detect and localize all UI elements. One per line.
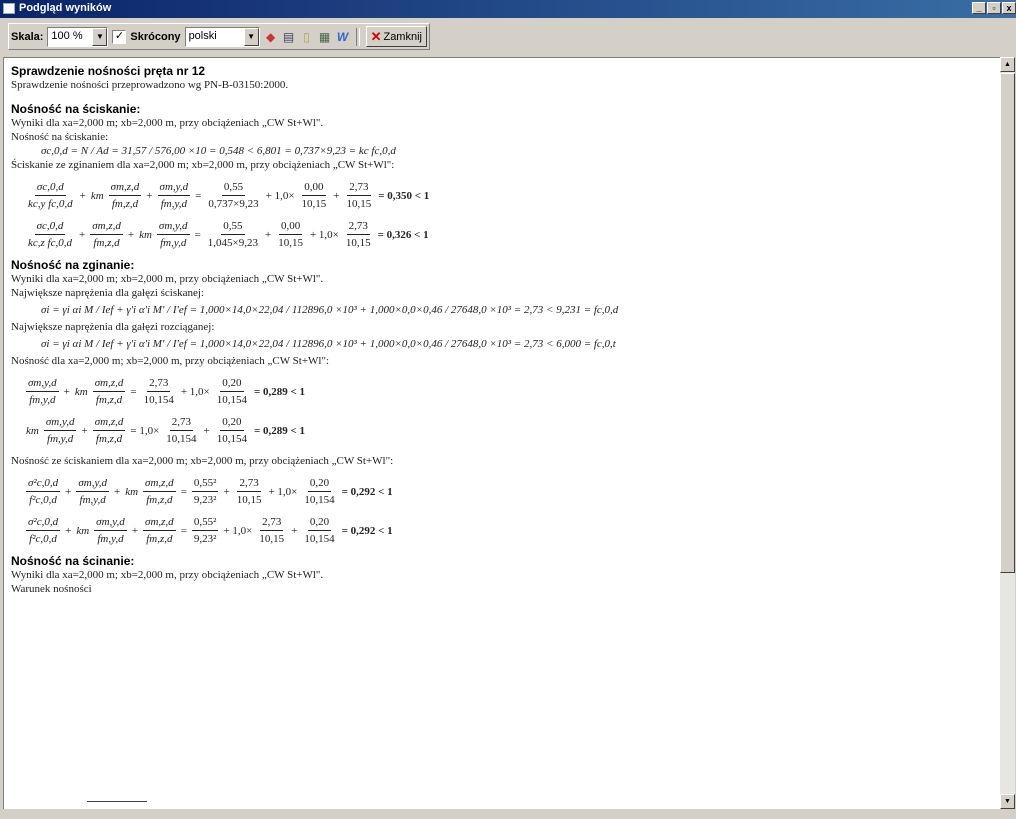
- formula-4: km σm,y,d fm,y,d + σm,z,d fm,z,d = 1,0× 2,7…: [26, 416, 306, 445]
- scroll-down-icon[interactable]: ▼: [1000, 794, 1015, 809]
- shear-condition: Warunek nośności: [11, 583, 92, 595]
- eraser-icon[interactable]: ◆: [264, 30, 278, 44]
- bending-heading: Nośność na zginanie:: [11, 258, 135, 272]
- combined-line: Ściskanie ze zginaniem dla xa=2,000 m; x…: [11, 159, 395, 171]
- scale-value: 100 %: [51, 29, 83, 42]
- language-value: polski: [188, 29, 217, 42]
- chevron-down-icon[interactable]: ▼: [243, 27, 259, 46]
- compressed-branch-equation: σi = γi αi M / Ief + γ'i α'i M' / I'ef =…: [41, 304, 619, 316]
- toolbar: Skala: 100 % ▼ ✓ Skrócony polski ▼ ◆ ▤ ▯ ▦…: [0, 18, 1016, 56]
- toolbar-row: Skala: 100 % ▼ ✓ Skrócony polski ▼ ◆ ▤ ▯ ▦…: [8, 23, 430, 50]
- document-icon[interactable]: ▯: [300, 30, 314, 44]
- formula-1-result: = 0,350 < 1: [378, 189, 430, 202]
- formula-5: σ²c,0,d f²c,0,d + σm,y,d fm,y,d + km σm,z,d f…: [26, 477, 393, 506]
- formula-6-result: = 0,292 < 1: [341, 524, 393, 537]
- formula-4-result: = 0,289 < 1: [254, 424, 306, 437]
- chevron-down-icon[interactable]: ▼: [92, 27, 108, 46]
- shortened-label: Skrócony: [130, 30, 181, 43]
- formula-3: σm,y,d fm,y,d + km σm,z,d fm,z,d = 2,73 10,15…: [26, 377, 306, 406]
- word-icon[interactable]: W: [336, 30, 350, 44]
- compressed-branch-line: Największe naprężenia dla gałęzi ściskan…: [11, 287, 205, 299]
- shear-results: Wyniki dla xa=2,000 m; xb=2,000 m, przy …: [11, 569, 324, 581]
- toolbar-separator: [355, 27, 360, 46]
- close-button[interactable]: ✕ Zamknij: [365, 26, 427, 47]
- bending-capacity-line: Nośność dla xa=2,000 m; xb=2,000 m, przy…: [11, 355, 330, 367]
- close-label: Zamknij: [383, 30, 422, 43]
- title-bar: Podgląd wyników _ ▫ x: [0, 0, 1016, 18]
- shortened-checkbox[interactable]: ✓: [112, 29, 127, 44]
- scroll-thumb[interactable]: [1000, 73, 1015, 573]
- printer-icon[interactable]: ▤: [282, 30, 296, 44]
- report-title: Sprawdzenie nośności pręta nr 12: [11, 64, 206, 78]
- window-controls: _ ▫ x: [971, 2, 1016, 14]
- standard-note: Sprawdzenie nośności przeprowadzono wg P…: [11, 79, 289, 91]
- export-icon[interactable]: ▦: [318, 30, 332, 44]
- compression-results: Wyniki dla xa=2,000 m; xb=2,000 m, przy …: [11, 117, 324, 129]
- scale-label: Skala:: [11, 30, 44, 43]
- formula-5-result: = 0,292 < 1: [341, 485, 393, 498]
- scroll-up-icon[interactable]: ▲: [1000, 57, 1015, 72]
- formula-3-result: = 0,289 < 1: [254, 385, 306, 398]
- bending-results: Wyniki dla xa=2,000 m; xb=2,000 m, przy …: [11, 273, 324, 285]
- minimize-button[interactable]: _: [972, 2, 986, 14]
- close-window-button[interactable]: x: [1002, 2, 1016, 14]
- maximize-button[interactable]: ▫: [987, 2, 1001, 14]
- formula-2: σc,0,d kc,z fc,0,d + σm,z,d fm,z,d + km σm,y…: [28, 220, 429, 249]
- combined2-line: Nośność ze ściskaniem dla xa=2,000 m; xb…: [11, 455, 394, 467]
- window-title: Podgląd wyników: [19, 2, 112, 14]
- partial-formula: [87, 801, 147, 808]
- status-bar: [0, 809, 1016, 819]
- compression-line: Nośność na ściskanie:: [11, 131, 109, 143]
- tensioned-branch-equation: σi = γi αi M / Ief + γ'i α'i M' / I'ef =…: [41, 338, 616, 350]
- tensioned-branch-line: Największe naprężenia dla gałęzi rozciąg…: [11, 321, 215, 333]
- vertical-scrollbar[interactable]: ▲ ▼: [1000, 57, 1015, 809]
- language-combo[interactable]: polski ▼: [184, 26, 260, 47]
- app-icon: [3, 3, 15, 14]
- report-view[interactable]: Sprawdzenie nośności pręta nr 12 Sprawdz…: [3, 57, 1001, 811]
- close-icon: ✕: [370, 28, 382, 44]
- shear-heading: Nośność na ścinanie:: [11, 554, 135, 568]
- scale-combo[interactable]: 100 % ▼: [47, 26, 109, 47]
- formula-6: σ²c,0,d f²c,0,d + km σm,y,d fm,y,d + σm,z,d f…: [26, 516, 393, 545]
- formula-1: σc,0,d kc,y fc,0,d + km σm,z,d fm,z,d + σm,y…: [28, 181, 430, 210]
- compression-equation: σc,0,d = N / Ad = 31,57 / 576,00 ×10 = 0…: [41, 145, 396, 157]
- formula-2-result: = 0,326 < 1: [377, 228, 429, 241]
- compression-heading: Nośność na ściskanie:: [11, 102, 141, 116]
- report-document: Sprawdzenie nośności pręta nr 12 Sprawdz…: [11, 62, 618, 596]
